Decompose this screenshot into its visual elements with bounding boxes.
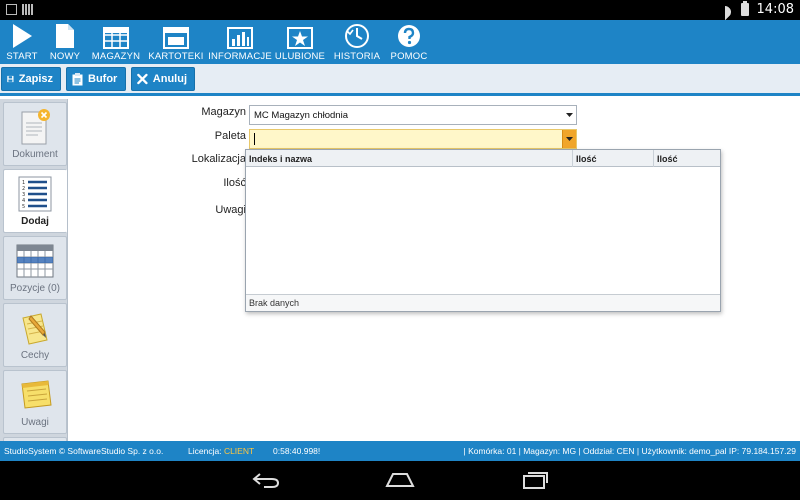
status-time: 14:08 <box>756 2 794 17</box>
svg-text:5: 5 <box>22 204 25 210</box>
android-status-bar: 14:08 <box>0 0 800 20</box>
recent-apps-button[interactable] <box>519 469 551 491</box>
start-label: START <box>6 51 38 62</box>
document-icon <box>21 109 50 145</box>
chevron-down-icon <box>565 113 573 117</box>
tab-add[interactable]: 12345 Dodaj <box>3 169 67 233</box>
note-pencil-icon <box>22 313 48 345</box>
quantity-field-label: Ilość <box>223 177 246 189</box>
home-button[interactable] <box>384 469 416 491</box>
android-navigation-bar <box>0 461 800 500</box>
index-card-icon <box>163 27 189 49</box>
history-label: HISTORIA <box>333 51 381 62</box>
tab-features[interactable]: Cechy <box>3 303 67 367</box>
pallet-input[interactable] <box>249 129 577 149</box>
records-button[interactable]: KARTOTEKI <box>144 20 208 64</box>
tab-document-label: Dokument <box>12 149 58 160</box>
pallet-dropdown-grid[interactable]: Indeks i nazwa Ilość Ilość Brak danych <box>245 149 721 312</box>
warehouse-button[interactable]: MAGAZYN <box>88 20 144 64</box>
help-icon <box>398 25 420 47</box>
buffer-label: Bufor <box>88 73 118 85</box>
help-button[interactable]: POMOC <box>386 20 432 64</box>
barcode-notification-icon <box>22 4 33 15</box>
warehouse-label: MAGAZYN <box>91 51 141 62</box>
table-icon <box>16 244 54 278</box>
numbered-list-icon: 12345 <box>18 176 52 212</box>
chart-info-icon <box>227 27 253 49</box>
main-toolbar: START NOWY MAGAZYN KARTOTEKI INFORMACJE … <box>0 20 800 64</box>
star-icon <box>287 27 313 49</box>
information-button[interactable]: INFORMACJE <box>208 20 272 64</box>
save-button[interactable]: Zapisz <box>1 67 61 91</box>
notepad-icon <box>21 380 52 409</box>
close-icon <box>137 73 148 85</box>
side-navigation: Dokument 12345 Dodaj Pozycje (0) Cechy U… <box>0 99 68 441</box>
records-label: KARTOTEKI <box>148 51 204 62</box>
grid-header: Indeks i nazwa Ilość Ilość <box>246 150 720 167</box>
empty-grid-message: Brak danych <box>246 294 720 311</box>
tab-document[interactable]: Dokument <box>3 102 67 166</box>
history-icon <box>345 24 369 48</box>
tab-features-label: Cechy <box>20 350 50 361</box>
chevron-down-icon <box>566 137 573 141</box>
wifi-icon <box>717 4 733 16</box>
pallet-field-label: Paleta <box>214 130 246 142</box>
favorites-label: ULUBIONE <box>274 51 326 62</box>
status-footer: StudioSystem © SoftwareStudio Sp. z o.o.… <box>0 441 800 461</box>
notes-field-label: Uwagi <box>215 204 246 216</box>
column-header-quantity[interactable]: Ilość <box>573 150 654 167</box>
license-label: Licencja: <box>188 446 222 456</box>
copyright-text: StudioSystem © SoftwareStudio Sp. z o.o. <box>4 446 164 456</box>
license-info: Licencja: CLIENT <box>188 446 254 456</box>
new-label: NOWY <box>49 51 81 62</box>
save-label: Zapisz <box>18 73 53 85</box>
warehouse-select-value: MC Magazyn chłodnia <box>254 109 348 121</box>
image-notification-icon <box>6 4 17 15</box>
new-button[interactable]: NOWY <box>42 20 88 64</box>
favorites-button[interactable]: ULUBIONE <box>272 20 328 64</box>
warehouse-field-label: Magazyn <box>201 106 246 118</box>
tab-positions-label: Pozycje (0) <box>9 283 60 294</box>
tab-notes-label: Uwagi <box>21 417 49 428</box>
history-button[interactable]: HISTORIA <box>328 20 386 64</box>
location-field-label: Lokalizacja <box>191 153 246 165</box>
license-value: CLIENT <box>223 446 255 456</box>
pallet-dropdown-button[interactable] <box>562 130 576 148</box>
back-button[interactable] <box>250 469 282 491</box>
column-header-quantity-2[interactable]: Ilość <box>654 150 720 167</box>
clipboard-icon <box>72 72 83 85</box>
floppy-disk-icon <box>7 75 14 83</box>
session-timer: 0:58:40.998! <box>273 446 321 456</box>
cancel-label: Anuluj <box>152 73 187 85</box>
tab-positions[interactable]: Pozycje (0) <box>3 236 67 300</box>
tab-notes[interactable]: Uwagi <box>3 370 67 434</box>
session-info: | Komórka: 01 | Magazyn: MG | Oddział: C… <box>463 446 796 456</box>
back-arrow-icon <box>252 473 280 488</box>
information-label: INFORMACJE <box>208 51 272 62</box>
column-header-index-name[interactable]: Indeks i nazwa <box>246 150 573 167</box>
warehouse-select[interactable]: MC Magazyn chłodnia <box>249 105 577 125</box>
buffer-button[interactable]: Bufor <box>66 67 126 91</box>
play-icon <box>13 24 32 48</box>
warehouse-grid-icon <box>103 27 129 49</box>
text-cursor <box>254 133 255 145</box>
new-document-icon <box>56 24 74 48</box>
tab-add-label: Dodaj <box>21 216 49 227</box>
cancel-button[interactable]: Anuluj <box>131 67 195 91</box>
recent-apps-icon <box>523 472 548 489</box>
start-button[interactable]: START <box>2 20 42 64</box>
battery-icon <box>740 1 749 16</box>
action-toolbar: Zapisz Bufor Anuluj <box>0 64 800 96</box>
home-icon <box>385 473 415 487</box>
help-label: POMOC <box>390 51 428 62</box>
